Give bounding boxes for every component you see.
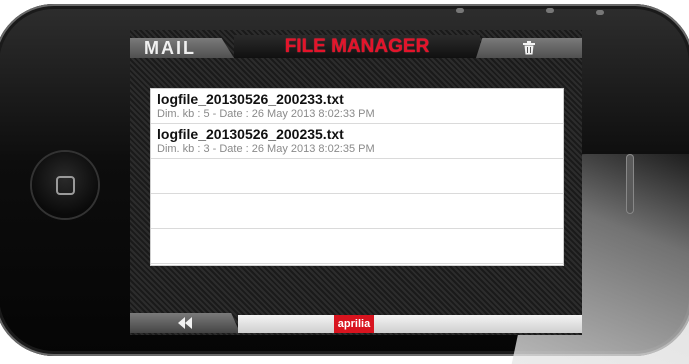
file-name: logfile_20130526_200233.txt	[157, 91, 344, 107]
file-meta: Dim. kb : 3 - Date : 26 May 2013 8:02:35…	[157, 143, 375, 155]
home-square-icon	[55, 175, 75, 195]
trash-icon	[523, 41, 535, 55]
back-button[interactable]	[130, 313, 240, 333]
brand-label: aprilia	[337, 318, 371, 330]
empty-row	[151, 194, 563, 229]
file-row[interactable]: logfile_20130526_200235.txt Dim. kb : 3 …	[151, 124, 563, 159]
top-tab-bar: MAIL FILE MANAGER	[130, 30, 582, 58]
file-name: logfile_20130526_200235.txt	[157, 126, 344, 142]
app-screen: MAIL FILE MANAGER logfile_20130526_20023…	[130, 30, 582, 335]
file-meta: Dim. kb : 5 - Date : 26 May 2013 8:02:33…	[157, 108, 375, 120]
sensor-dot	[456, 8, 464, 13]
delete-button[interactable]	[476, 38, 582, 58]
tab-mail-label: MAIL	[144, 37, 196, 58]
file-row[interactable]: logfile_20130526_200233.txt Dim. kb : 5 …	[151, 89, 563, 124]
tab-mail[interactable]: MAIL	[130, 38, 234, 58]
home-button[interactable]	[32, 152, 98, 218]
speaker-grille	[626, 154, 634, 214]
empty-row	[151, 229, 563, 264]
sensor-dot	[596, 10, 604, 15]
sensor-dot	[546, 8, 554, 13]
bottom-bar-track	[238, 315, 582, 333]
tab-file-manager[interactable]: FILE MANAGER	[234, 35, 480, 58]
file-list: logfile_20130526_200233.txt Dim. kb : 5 …	[150, 88, 564, 266]
bottom-bar: aprilia	[130, 311, 582, 335]
brand-logo: aprilia	[334, 315, 374, 333]
tab-file-manager-label: FILE MANAGER	[284, 35, 430, 57]
back-icon	[178, 317, 192, 329]
empty-row	[151, 159, 563, 194]
